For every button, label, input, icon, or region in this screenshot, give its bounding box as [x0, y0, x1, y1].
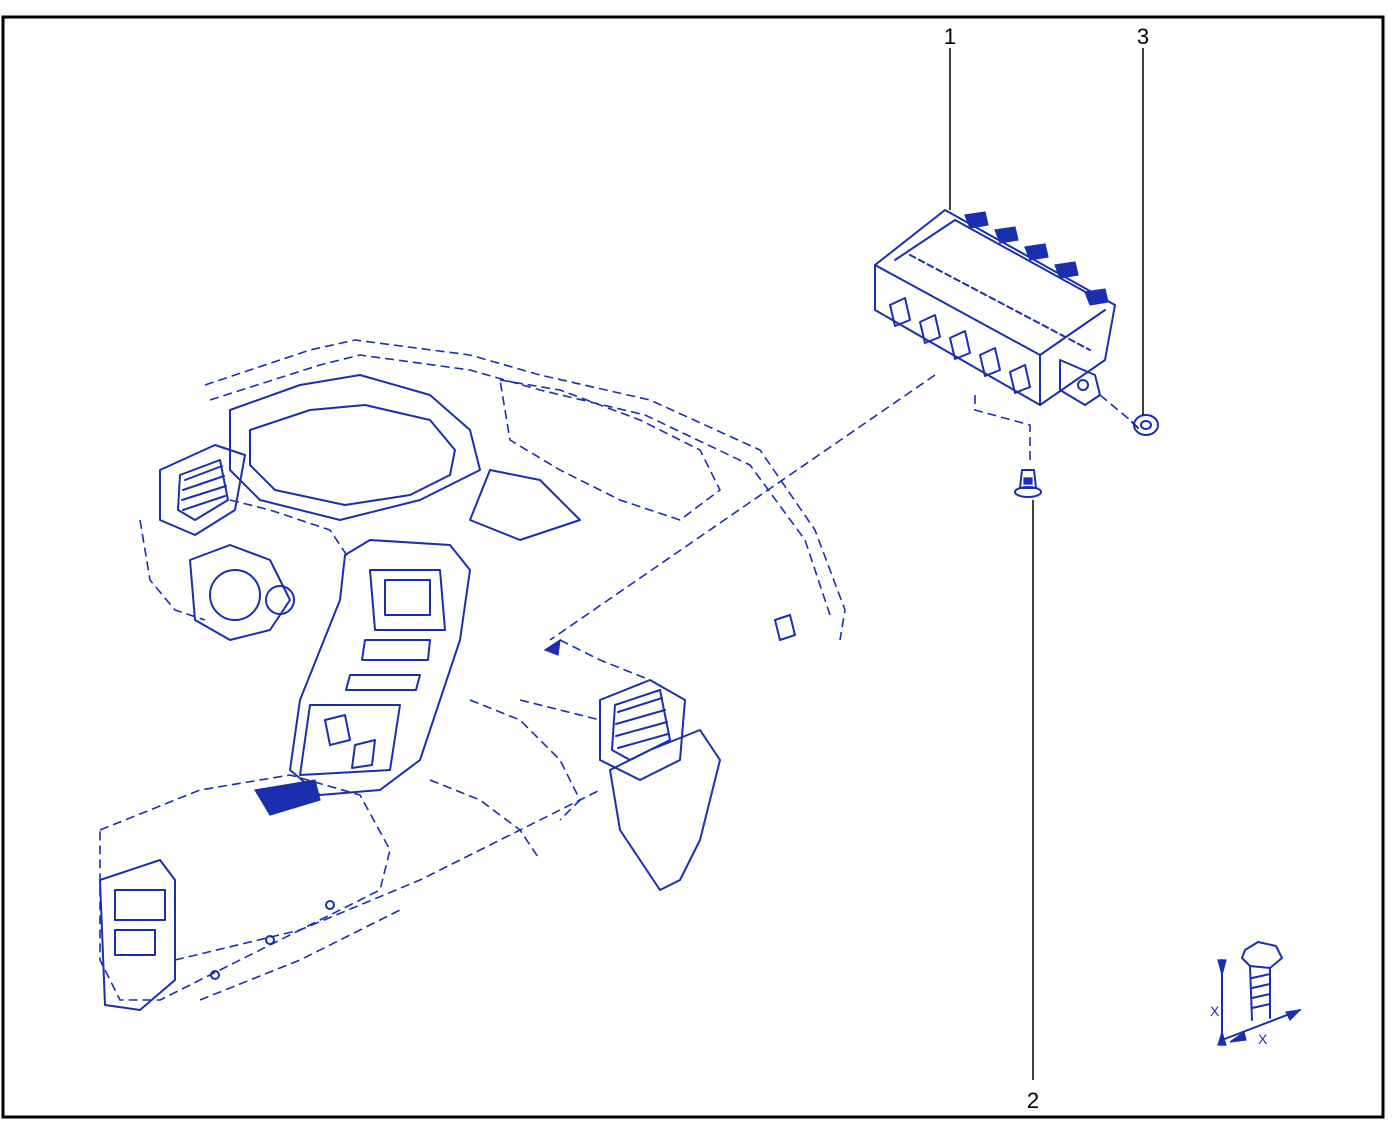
- bolt-dimension-symbol: X X: [1210, 941, 1302, 1047]
- width-dimension-label: X: [1258, 1031, 1268, 1047]
- callout-number: 3: [1137, 24, 1149, 49]
- callout-2: 2: [1027, 500, 1039, 1113]
- dashboard-assembly: [99, 339, 846, 1011]
- fastener-nut: [1131, 414, 1159, 436]
- exploded-parts-diagram: 1 3 2 X X: [1, 15, 1385, 1119]
- airbag-module: [549, 209, 1131, 641]
- callout-3: 3: [1137, 24, 1149, 415]
- callout-1: 1: [944, 24, 956, 210]
- mounting-bolt: [1014, 469, 1042, 498]
- callout-number: 1: [944, 24, 956, 49]
- height-dimension-label: X: [1210, 1003, 1220, 1019]
- callout-number: 2: [1027, 1088, 1039, 1113]
